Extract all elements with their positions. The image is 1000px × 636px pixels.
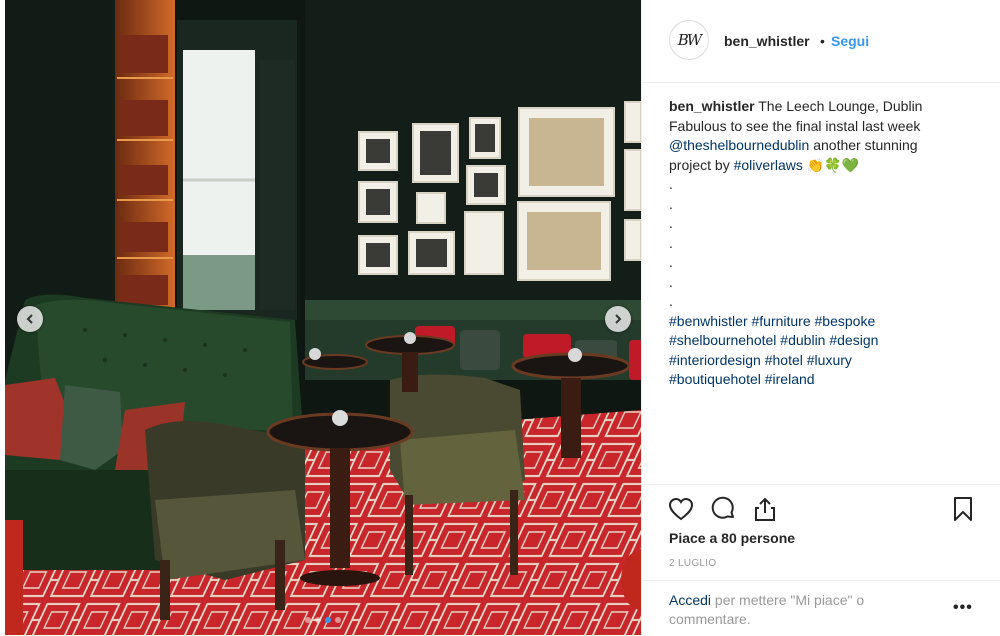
- carousel-dot: [335, 617, 341, 623]
- post-caption: ben_whistler The Leech Lounge, Dublin Fa…: [669, 97, 974, 390]
- bookmark-icon: [954, 497, 972, 521]
- share-button[interactable]: [751, 495, 779, 523]
- carousel-dot-active: [325, 617, 331, 623]
- post-sidebar: BW ben_whistler • Segui ben_whistler The…: [641, 0, 1000, 635]
- heart-icon: [668, 497, 694, 521]
- likes-count[interactable]: Piace a 80 persone: [669, 530, 795, 546]
- hashtag-links[interactable]: #shelbournehotel #dublin #design: [669, 332, 878, 348]
- caption-emojis: 👏🍀💚: [802, 156, 860, 173]
- header-separator: •: [820, 33, 825, 49]
- login-link[interactable]: Accedi: [669, 592, 711, 608]
- carousel-prev-button[interactable]: [17, 306, 43, 332]
- comment-icon: [711, 496, 734, 519]
- caption-username-link[interactable]: ben_whistler: [669, 98, 755, 114]
- carousel-next-button[interactable]: [605, 306, 631, 332]
- action-bar: [642, 484, 1000, 521]
- like-button[interactable]: [667, 495, 695, 523]
- header-username-link[interactable]: ben_whistler: [724, 33, 810, 49]
- mention-link[interactable]: @theshelbournedublin: [669, 137, 809, 153]
- caption-dots: . . . . . . .: [669, 176, 673, 309]
- hashtag-link[interactable]: #oliverlaws: [734, 157, 803, 173]
- more-options-button[interactable]: •••: [953, 599, 973, 617]
- carousel-dot: [305, 617, 311, 623]
- comment-button[interactable]: [709, 495, 737, 523]
- avatar-monogram: BW: [677, 31, 702, 49]
- caption-text: The Leech Lounge, Dublin: [754, 98, 923, 114]
- share-icon: [755, 497, 775, 521]
- hashtag-links[interactable]: #interiordesign #hotel #luxury: [669, 352, 852, 368]
- follow-button[interactable]: Segui: [831, 33, 869, 49]
- post-photo[interactable]: [5, 0, 641, 635]
- save-button[interactable]: [949, 495, 977, 523]
- hashtag-links[interactable]: #benwhistler #furniture #bespoke: [669, 313, 875, 329]
- lounge-photo-illustration: [5, 0, 641, 635]
- caption-text: project by: [669, 156, 734, 173]
- login-prompt: Accedi per mettere "Mi piace" o commenta…: [669, 591, 929, 629]
- chevron-left-icon: [26, 314, 33, 324]
- post-date[interactable]: 2 LUGLIO: [669, 558, 716, 569]
- caption-text: Fabulous to see the final instal last we…: [669, 117, 921, 134]
- post-header: BW ben_whistler • Segui: [642, 0, 1000, 83]
- carousel-dot: [315, 617, 321, 623]
- chevron-right-icon: [615, 314, 622, 324]
- avatar[interactable]: BW: [669, 20, 709, 60]
- carousel-indicator: [5, 617, 641, 623]
- caption-text: another stunning: [809, 137, 918, 153]
- hashtag-links[interactable]: #boutiquehotel #ireland: [669, 371, 815, 387]
- login-footer: Accedi per mettere "Mi piace" o commenta…: [642, 580, 1000, 636]
